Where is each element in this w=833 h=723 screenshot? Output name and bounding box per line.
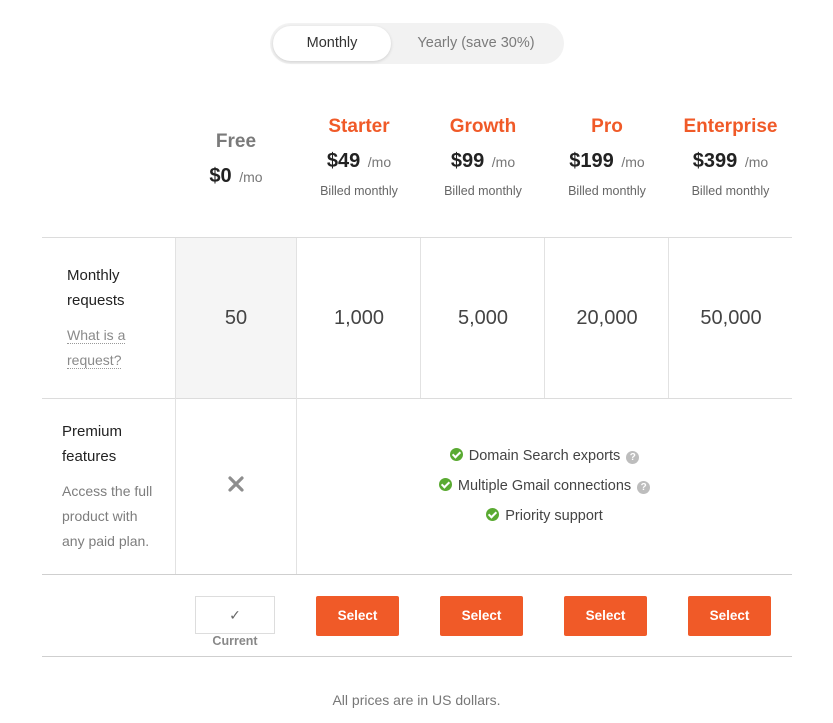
- plan-billing: Billed monthly: [568, 184, 646, 198]
- row-title-monthly-requests: Monthly requests: [67, 267, 125, 309]
- plan-name: Pro: [591, 116, 623, 137]
- requests-free: 50: [224, 307, 248, 329]
- plan-price: $49 /mo: [326, 150, 392, 172]
- plan-price: $199 /mo: [569, 150, 645, 172]
- requests-pro: 20,000: [576, 307, 638, 329]
- plan-header-free: Free $0 /mo: [176, 131, 296, 189]
- select-growth-button[interactable]: Select: [440, 596, 523, 636]
- billing-toggle[interactable]: Monthly Yearly (save 30%): [270, 23, 564, 64]
- current-plan-label: Current: [212, 634, 258, 648]
- cross-icon: [228, 476, 244, 492]
- divider: [42, 237, 792, 238]
- plan-header-starter: Starter $49 /mo Billed monthly: [297, 116, 421, 199]
- feature-item: Domain Search exports?: [297, 444, 792, 474]
- plan-name: Enterprise: [683, 116, 778, 137]
- toggle-yearly[interactable]: Yearly (save 30%): [391, 26, 561, 61]
- check-circle-icon: [438, 478, 452, 491]
- checkmark-icon: ✓: [229, 607, 241, 623]
- plan-header-pro: Pro $199 /mo Billed monthly: [545, 116, 669, 199]
- requests-enterprise: 50,000: [700, 307, 762, 329]
- divider: [42, 574, 792, 575]
- plan-name: Growth: [449, 116, 517, 137]
- help-icon[interactable]: ?: [626, 451, 640, 464]
- requests-growth: 5,000: [457, 307, 509, 329]
- current-plan-button: ✓: [195, 596, 275, 634]
- row-title-premium-features: Premium features: [62, 423, 123, 465]
- select-starter-button[interactable]: Select: [316, 596, 399, 636]
- plan-header-enterprise: Enterprise $399 /mo Billed monthly: [669, 116, 792, 199]
- toggle-monthly[interactable]: Monthly: [273, 26, 391, 61]
- requests-starter: 1,000: [333, 307, 385, 329]
- plan-billing: Billed monthly: [691, 184, 770, 198]
- plan-header-growth: Growth $99 /mo Billed monthly: [421, 116, 545, 199]
- select-enterprise-button[interactable]: Select: [688, 596, 771, 636]
- plan-price: $399 /mo: [692, 150, 769, 172]
- premium-description: Access the full product with any paid pl…: [62, 483, 153, 549]
- check-circle-icon: [486, 508, 500, 521]
- plan-name: Starter: [328, 116, 390, 137]
- divider: [42, 656, 792, 657]
- select-pro-button[interactable]: Select: [564, 596, 647, 636]
- plan-billing: Billed monthly: [320, 184, 398, 198]
- plan-billing: Billed monthly: [444, 184, 522, 198]
- check-circle-icon: [449, 448, 463, 461]
- what-is-a-request-link[interactable]: What is a request?: [67, 323, 126, 373]
- feature-item: Multiple Gmail connections?: [297, 474, 792, 504]
- plan-price: $0 /mo: [209, 165, 263, 187]
- premium-feature-list: Domain Search exports? Multiple Gmail co…: [297, 444, 792, 534]
- divider: [42, 398, 792, 399]
- help-icon[interactable]: ?: [637, 481, 651, 494]
- plan-name: Free: [215, 131, 257, 152]
- column-divider: [175, 238, 176, 574]
- plan-price: $99 /mo: [450, 150, 516, 172]
- currency-note: All prices are in US dollars.: [332, 692, 501, 708]
- feature-item: Priority support: [297, 504, 792, 534]
